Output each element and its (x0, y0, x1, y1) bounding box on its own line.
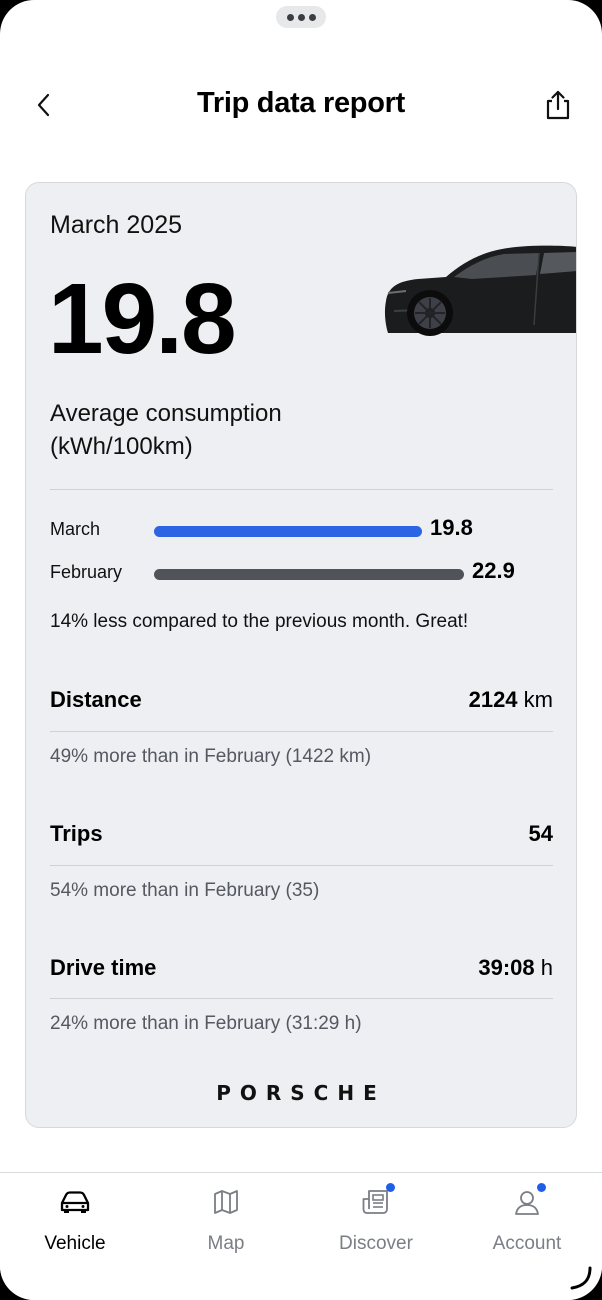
stat-unit: h (540, 955, 553, 980)
stat-row-trips: Trips 54 (50, 821, 553, 855)
stat-row-drive-time: Drive time 39:08 h (50, 955, 553, 989)
header: Trip data report (0, 70, 602, 140)
average-consumption-label: Average consumption (kWh/100km) (50, 397, 350, 463)
comparison-value: 19.8 (430, 515, 473, 540)
page-title: Trip data report (197, 87, 405, 119)
stat-number: 54 (528, 821, 553, 846)
comparison-label: February (50, 562, 123, 582)
more-dot-icon (297, 13, 305, 21)
newspaper-icon (362, 1190, 388, 1214)
tab-vehicle[interactable]: Vehicle (15, 1185, 135, 1255)
comparison-bar (154, 526, 422, 537)
car-image (384, 245, 576, 336)
more-options-button[interactable] (276, 6, 326, 28)
tab-label: Discover (339, 1233, 413, 1254)
tab-label: Map (207, 1233, 245, 1254)
divider (50, 998, 553, 999)
stat-row-distance: Distance 2124 km (50, 687, 553, 721)
stat-number: 39:08 (478, 955, 535, 980)
more-dot-icon (308, 13, 316, 21)
comparison-value: 22.9 (472, 558, 515, 583)
map-icon (214, 1190, 238, 1214)
stat-subtext: 49% more than in February (1422 km) (50, 746, 372, 767)
stat-subtext: 54% more than in February (35) (50, 880, 320, 901)
stat-number: 2124 (468, 687, 518, 712)
tab-label: Vehicle (44, 1233, 106, 1254)
app-screen: Trip data report March 2025 19.8 Average… (0, 0, 602, 1300)
porsche-logo: PORSCHE (26, 1081, 576, 1108)
stat-subtext: 24% more than in February (31:29 h) (50, 1013, 362, 1034)
share-icon (546, 90, 570, 120)
car-icon (60, 1191, 90, 1213)
stat-value: 2124 km (469, 687, 553, 713)
stat-title: Drive time (50, 955, 157, 980)
tab-label: Account (492, 1233, 562, 1254)
notification-badge (537, 1183, 546, 1192)
comparison-summary: 14% less compared to the previous month.… (50, 611, 469, 632)
comparison-label: March (50, 519, 101, 539)
tab-account[interactable]: Account (467, 1183, 587, 1255)
share-button[interactable] (540, 88, 576, 122)
stat-value: 39:08 h (478, 955, 553, 981)
divider (50, 865, 553, 866)
stat-title: Distance (50, 687, 142, 712)
svg-text:PORSCHE: PORSCHE (216, 1083, 386, 1103)
notification-badge (386, 1183, 395, 1192)
metric-label-line: Average consumption (50, 400, 282, 427)
bottom-tab-bar: Vehicle Map Discover Account (0, 1172, 602, 1300)
metric-label-unit: (kWh/100km) (50, 433, 193, 460)
resize-handle-icon[interactable] (566, 1264, 594, 1292)
divider (50, 731, 553, 732)
tab-discover[interactable]: Discover (316, 1183, 436, 1255)
comparison-row: March 19.8 (50, 515, 553, 545)
report-month: March 2025 (50, 211, 183, 239)
user-icon (515, 1191, 539, 1215)
comparison-bar (154, 569, 464, 580)
more-dot-icon (286, 13, 294, 21)
stat-unit: km (523, 687, 553, 712)
tab-map[interactable]: Map (166, 1185, 286, 1255)
stat-value: 54 (529, 821, 553, 847)
stat-title: Trips (50, 821, 103, 846)
comparison-row: February 22.9 (50, 558, 553, 588)
average-consumption-value: 19.8 (48, 263, 237, 375)
divider (50, 489, 553, 490)
trip-report-card: March 2025 19.8 Average consumption (kWh… (25, 182, 577, 1128)
